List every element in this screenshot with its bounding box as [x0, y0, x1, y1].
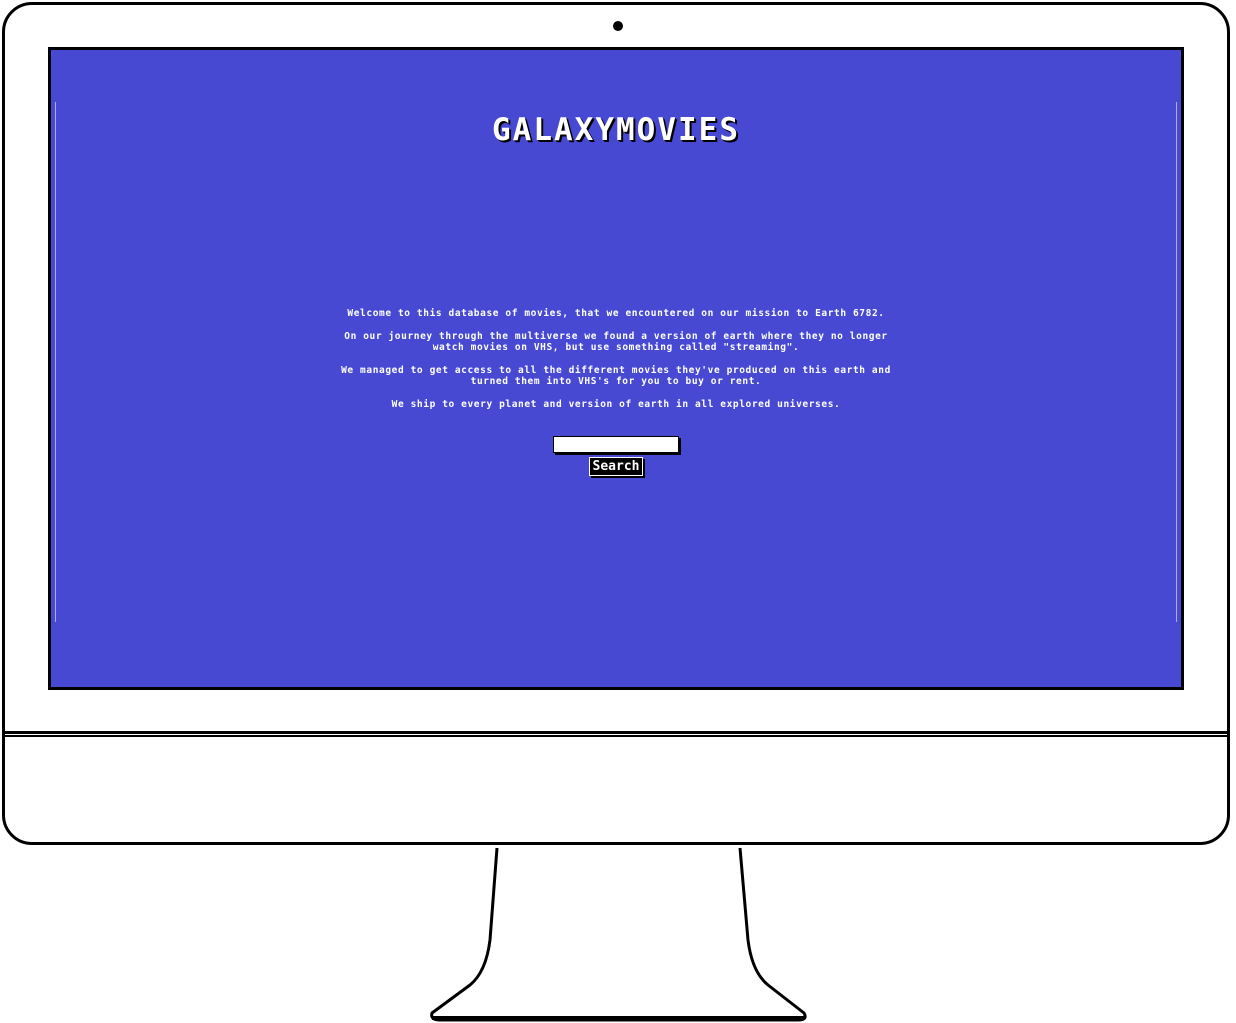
intro-paragraph: Welcome to this database of movies, that…: [347, 308, 885, 319]
screen-edge-line-right: [1176, 102, 1177, 622]
screen: GALAXYMOVIES Welcome to this database of…: [48, 47, 1184, 690]
intro-paragraph: On our journey through the multiverse we…: [344, 331, 888, 353]
intro-paragraph: We managed to get access to all the diff…: [341, 365, 891, 387]
site-title: GALAXYMOVIES: [492, 112, 740, 148]
intro-text: Welcome to this database of movies, that…: [331, 308, 901, 422]
intro-paragraph: We ship to every planet and version of e…: [391, 399, 841, 410]
monitor-chin-divider: [2, 731, 1230, 737]
device-mockup: GALAXYMOVIES Welcome to this database of…: [0, 0, 1236, 1023]
search-input[interactable]: [553, 436, 679, 453]
screen-edge-line-left: [55, 102, 56, 622]
search-button[interactable]: Search: [588, 457, 644, 476]
search-form: Search: [51, 436, 1181, 476]
webcam-dot: [613, 21, 623, 31]
